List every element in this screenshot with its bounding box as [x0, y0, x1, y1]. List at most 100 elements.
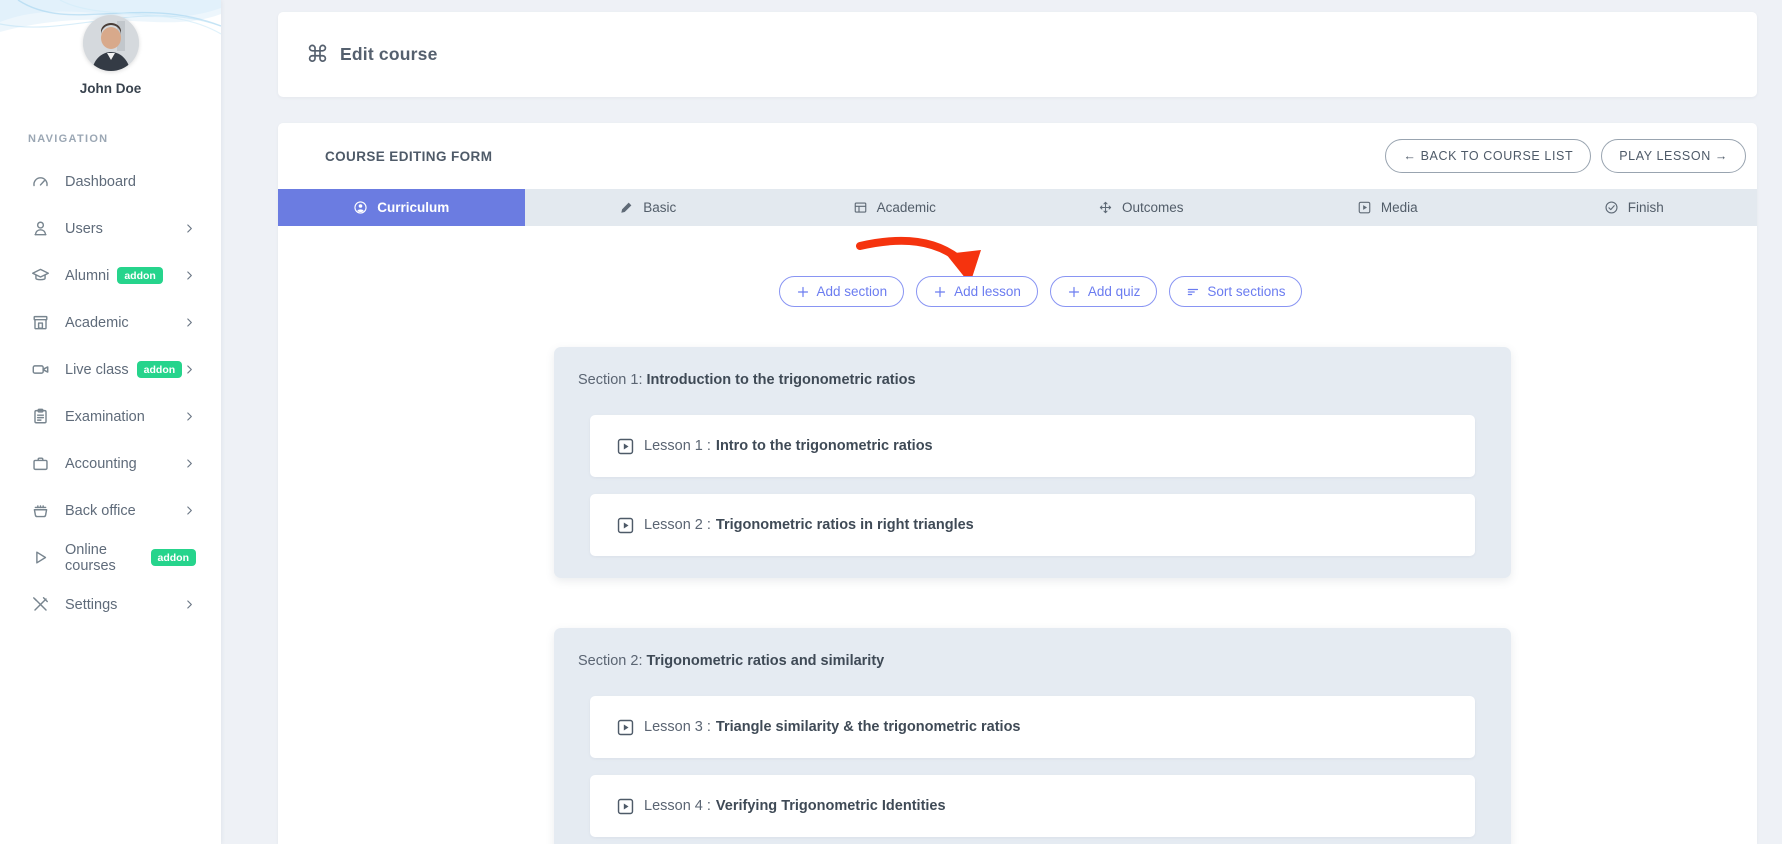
section-card: Section 2: Trigonometric ratios and simi…: [554, 628, 1511, 844]
plus-icon: [1067, 285, 1081, 299]
lesson-title: Verifying Trigonometric Identities: [716, 798, 946, 814]
examination-icon: [31, 407, 50, 426]
move-icon: [1098, 200, 1113, 215]
sidebar-item-label: Online courses: [65, 542, 143, 574]
chevron-right-icon: [183, 222, 196, 235]
online-courses-icon: [31, 548, 50, 567]
play-lesson-button[interactable]: PLAY LESSON →: [1601, 139, 1746, 173]
form-tab[interactable]: Finish: [1511, 189, 1758, 226]
tab-label: Media: [1381, 200, 1418, 215]
lesson-title: Triangle similarity & the trigonometric …: [716, 719, 1021, 735]
section-title: Introduction to the trigonometric ratios: [647, 372, 916, 388]
form-tab[interactable]: Curriculum: [278, 189, 525, 226]
tab-label: Outcomes: [1122, 200, 1184, 215]
academic-icon: [31, 313, 50, 332]
section-header: Section 1: Introduction to the trigonome…: [554, 347, 1511, 388]
lesson-label: Lesson 1 :: [644, 438, 711, 454]
pen-icon: [619, 200, 634, 215]
form-header-buttons: ← BACK TO COURSE LIST PLAY LESSON →: [1385, 139, 1746, 173]
curriculum-content: Add section Add lesson Add quiz Sort sec…: [278, 226, 1757, 844]
action-button-label: Add lesson: [954, 284, 1021, 299]
users-icon: [31, 219, 50, 238]
chevron-right-icon: [183, 410, 196, 423]
page-title: Edit course: [340, 44, 438, 65]
action-button[interactable]: Sort sections: [1169, 276, 1302, 307]
sidebar-item-label: Back office: [65, 503, 136, 519]
back-office-icon: [31, 501, 50, 520]
command-icon: ⌘: [306, 43, 329, 66]
sidebar: John Doe NAVIGATION Dashboard Users Alum…: [0, 0, 221, 844]
action-button-label: Sort sections: [1207, 284, 1285, 299]
sidebar-item[interactable]: Live class addon: [0, 346, 221, 393]
sidebar-item[interactable]: Users: [0, 205, 221, 252]
lesson-title: Intro to the trigonometric ratios: [716, 438, 933, 454]
lesson-title: Trigonometric ratios in right triangles: [716, 517, 974, 533]
sidebar-item[interactable]: Examination: [0, 393, 221, 440]
user-circle-icon: [353, 200, 368, 215]
sidebar-item-label: Dashboard: [65, 174, 136, 190]
plus-icon: [933, 285, 947, 299]
sidebar-item[interactable]: Alumni addon: [0, 252, 221, 299]
section-label: Section 1:: [578, 372, 643, 388]
form-title: COURSE EDITING FORM: [325, 149, 492, 164]
back-to-course-list-button[interactable]: ← BACK TO COURSE LIST: [1385, 139, 1591, 173]
sidebar-item-label: Alumni: [65, 268, 109, 284]
play-square-icon: [617, 798, 634, 815]
form-tab[interactable]: Outcomes: [1018, 189, 1265, 226]
sidebar-item[interactable]: Academic: [0, 299, 221, 346]
sort-icon: [1186, 285, 1200, 299]
avatar[interactable]: [83, 15, 139, 71]
settings-icon: [31, 595, 50, 614]
chevron-right-icon: [183, 316, 196, 329]
alumni-icon: [31, 266, 50, 285]
media-icon: [1357, 200, 1372, 215]
sidebar-item[interactable]: Online courses addon: [0, 534, 221, 581]
chevron-right-icon: [183, 269, 196, 282]
form-tab[interactable]: Basic: [525, 189, 772, 226]
chevron-right-icon: [183, 363, 196, 376]
section-header: Section 2: Trigonometric ratios and simi…: [554, 628, 1511, 669]
action-button[interactable]: Add quiz: [1050, 276, 1158, 307]
plus-icon: [796, 285, 810, 299]
play-square-icon: [617, 719, 634, 736]
tab-label: Academic: [877, 200, 936, 215]
page-header: ⌘ Edit course: [278, 12, 1757, 97]
action-button[interactable]: Add section: [779, 276, 905, 307]
play-square-icon: [617, 517, 634, 534]
addon-badge: addon: [137, 361, 183, 379]
chevron-right-icon: [183, 598, 196, 611]
action-button-label: Add quiz: [1088, 284, 1141, 299]
sidebar-menu: Dashboard Users Alumni addon Academic Li…: [0, 158, 221, 628]
sidebar-item[interactable]: Settings: [0, 581, 221, 628]
sidebar-item-label: Users: [65, 221, 103, 237]
lesson-label: Lesson 2 :: [644, 517, 711, 533]
form-tab[interactable]: Academic: [771, 189, 1018, 226]
form-tab[interactable]: Media: [1264, 189, 1511, 226]
sections-list: Section 1: Introduction to the trigonome…: [278, 347, 1757, 844]
play-square-icon: [617, 438, 634, 455]
lesson-label: Lesson 3 :: [644, 719, 711, 735]
navigation-label: NAVIGATION: [28, 133, 221, 145]
course-editing-form-card: COURSE EDITING FORM ← BACK TO COURSE LIS…: [278, 123, 1757, 844]
sidebar-item[interactable]: Dashboard: [0, 158, 221, 205]
lesson-card[interactable]: Lesson 4 : Verifying Trigonometric Ident…: [590, 775, 1475, 837]
sidebar-item-label: Live class: [65, 362, 129, 378]
chevron-right-icon: [183, 504, 196, 517]
lesson-card[interactable]: Lesson 1 : Intro to the trigonometric ra…: [590, 415, 1475, 477]
sidebar-item-label: Accounting: [65, 456, 137, 472]
chevron-right-icon: [183, 457, 196, 470]
section-card: Section 1: Introduction to the trigonome…: [554, 347, 1511, 578]
sidebar-item-label: Settings: [65, 597, 117, 613]
sidebar-item[interactable]: Accounting: [0, 440, 221, 487]
lesson-card[interactable]: Lesson 3 : Triangle similarity & the tri…: [590, 696, 1475, 758]
check-circle-icon: [1604, 200, 1619, 215]
action-button[interactable]: Add lesson: [916, 276, 1038, 307]
action-button-label: Add section: [817, 284, 888, 299]
accounting-icon: [31, 454, 50, 473]
tab-label: Basic: [643, 200, 676, 215]
main-content: ⌘ Edit course COURSE EDITING FORM ← BACK…: [221, 12, 1782, 844]
lesson-card[interactable]: Lesson 2 : Trigonometric ratios in right…: [590, 494, 1475, 556]
lessons-list: Lesson 1 : Intro to the trigonometric ra…: [554, 388, 1511, 578]
sidebar-item[interactable]: Back office: [0, 487, 221, 534]
addon-badge: addon: [117, 267, 163, 285]
